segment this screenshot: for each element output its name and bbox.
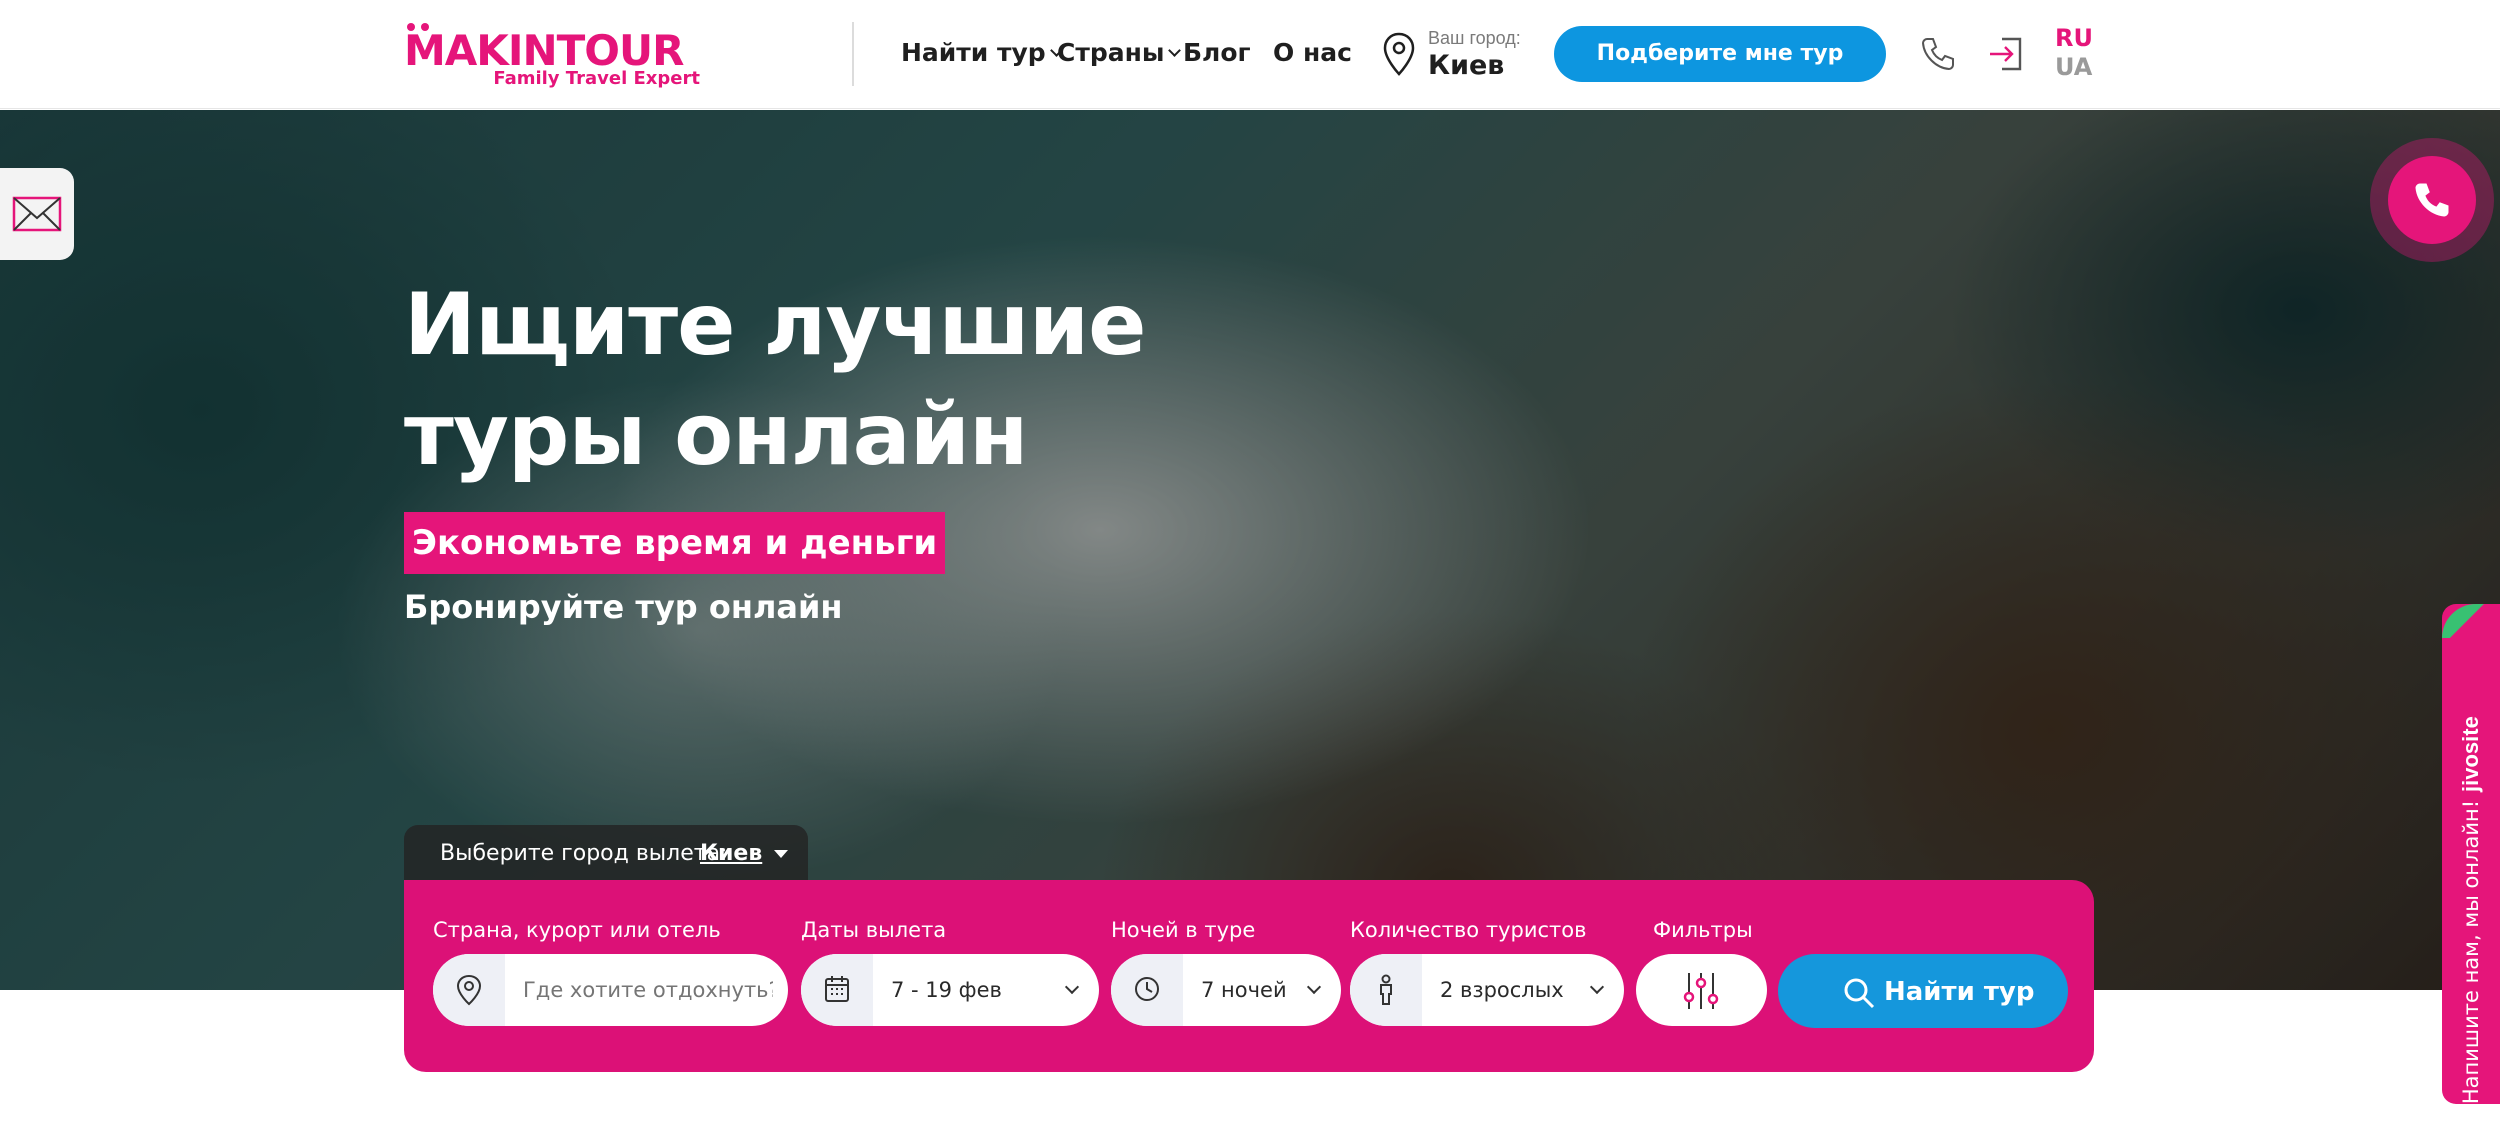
tour-search-panel: Страна, курорт или отель Даты вылета 7 -… — [404, 880, 2094, 1072]
callback-fab[interactable] — [2370, 138, 2494, 262]
filters-label: Фильтры — [1653, 918, 1753, 942]
dates-value: 7 - 19 фев — [891, 978, 1002, 1002]
chevron-down-icon — [1168, 44, 1182, 57]
city-value: Киев — [1428, 50, 1505, 81]
hero-subtitle: Бронируйте тур онлайн — [404, 588, 843, 626]
lang-ua[interactable]: UA — [2055, 53, 2092, 81]
person-icon — [1380, 974, 1392, 1005]
destination-field[interactable] — [433, 954, 788, 1026]
logo[interactable]: MAKINTOUR Family Travel Expert — [404, 16, 704, 90]
chat-widget[interactable]: jivosite Напишите нам, мы онлайн! — [2442, 604, 2500, 1104]
search-icon — [1844, 978, 1875, 1009]
sliders-icon — [1683, 973, 1719, 1009]
city-selector[interactable]: Ваш город: Киев — [1380, 26, 1540, 86]
hero-title: Ищите лучшие туры онлайн — [404, 275, 1146, 485]
destination-input[interactable] — [523, 978, 773, 1002]
nav-blog-label: Блог — [1183, 38, 1251, 67]
pick-tour-button[interactable]: Подберите мне тур — [1554, 26, 1886, 82]
map-pin-icon — [1383, 32, 1415, 76]
map-pin-icon — [456, 974, 482, 1006]
phone-icon — [2415, 183, 2449, 217]
login-icon[interactable] — [1986, 34, 2026, 74]
chevron-down-icon — [1589, 979, 1605, 995]
hero-overlay — [0, 110, 2500, 990]
nav-find-tour[interactable]: Найти тур — [901, 38, 1063, 67]
find-tour-label: Найти тур — [1884, 977, 2035, 1007]
nav-find-tour-label: Найти тур — [901, 38, 1046, 67]
tourists-value: 2 взрослых — [1440, 978, 1564, 1002]
chat-message: Напишите нам, мы онлайн! — [2459, 799, 2483, 1105]
nights-icon-box — [1111, 954, 1183, 1026]
dates-label: Даты вылета — [801, 918, 947, 942]
departure-city-selector[interactable]: Выберите город вылета: Киев — [404, 825, 808, 881]
nights-field[interactable]: 7 ночей — [1111, 954, 1341, 1026]
phone-icon[interactable] — [1918, 34, 1958, 74]
tourists-label: Количество туристов — [1350, 918, 1587, 942]
dates-field[interactable]: 7 - 19 фев — [801, 954, 1099, 1026]
nav-about[interactable]: О нас — [1273, 38, 1352, 67]
header-divider — [852, 22, 854, 86]
nav-countries[interactable]: Страны — [1057, 38, 1182, 67]
jivo-leaf-icon — [2442, 604, 2500, 638]
nights-value: 7 ночей — [1201, 978, 1287, 1002]
hero-section: Ищите лучшие туры онлайн Экономьте время… — [0, 110, 2500, 990]
nav-blog[interactable]: Блог — [1183, 38, 1251, 67]
nights-label: Ночей в туре — [1111, 918, 1256, 942]
destination-label: Страна, курорт или отель — [433, 918, 721, 942]
mail-widget[interactable] — [0, 168, 74, 260]
departure-city-value[interactable]: Киев — [700, 841, 762, 866]
find-tour-button[interactable]: Найти тур — [1778, 954, 2068, 1028]
mail-icon — [12, 196, 62, 232]
caret-down-icon — [774, 850, 788, 858]
clock-icon — [1135, 977, 1159, 1001]
dates-icon-box — [801, 954, 873, 1026]
chevron-down-icon — [1306, 979, 1322, 995]
tourists-field[interactable]: 2 взрослых — [1350, 954, 1624, 1026]
calendar-icon — [825, 976, 849, 1002]
hero-badge: Экономьте время и деньги — [404, 512, 946, 574]
site-header: MAKINTOUR Family Travel Expert Найти тур… — [0, 0, 2500, 109]
nav-countries-label: Страны — [1057, 38, 1165, 67]
destination-icon-box — [433, 954, 505, 1026]
filters-button[interactable] — [1636, 954, 1767, 1026]
departure-city-label: Выберите город вылета: — [440, 841, 728, 866]
nav-about-label: О нас — [1273, 38, 1352, 67]
logo-tagline: Family Travel Expert — [493, 68, 700, 89]
chevron-down-icon — [1064, 979, 1080, 995]
tourists-icon-box — [1350, 954, 1422, 1026]
lang-ru[interactable]: RU — [2055, 24, 2093, 52]
city-label: Ваш город: — [1428, 28, 1521, 48]
